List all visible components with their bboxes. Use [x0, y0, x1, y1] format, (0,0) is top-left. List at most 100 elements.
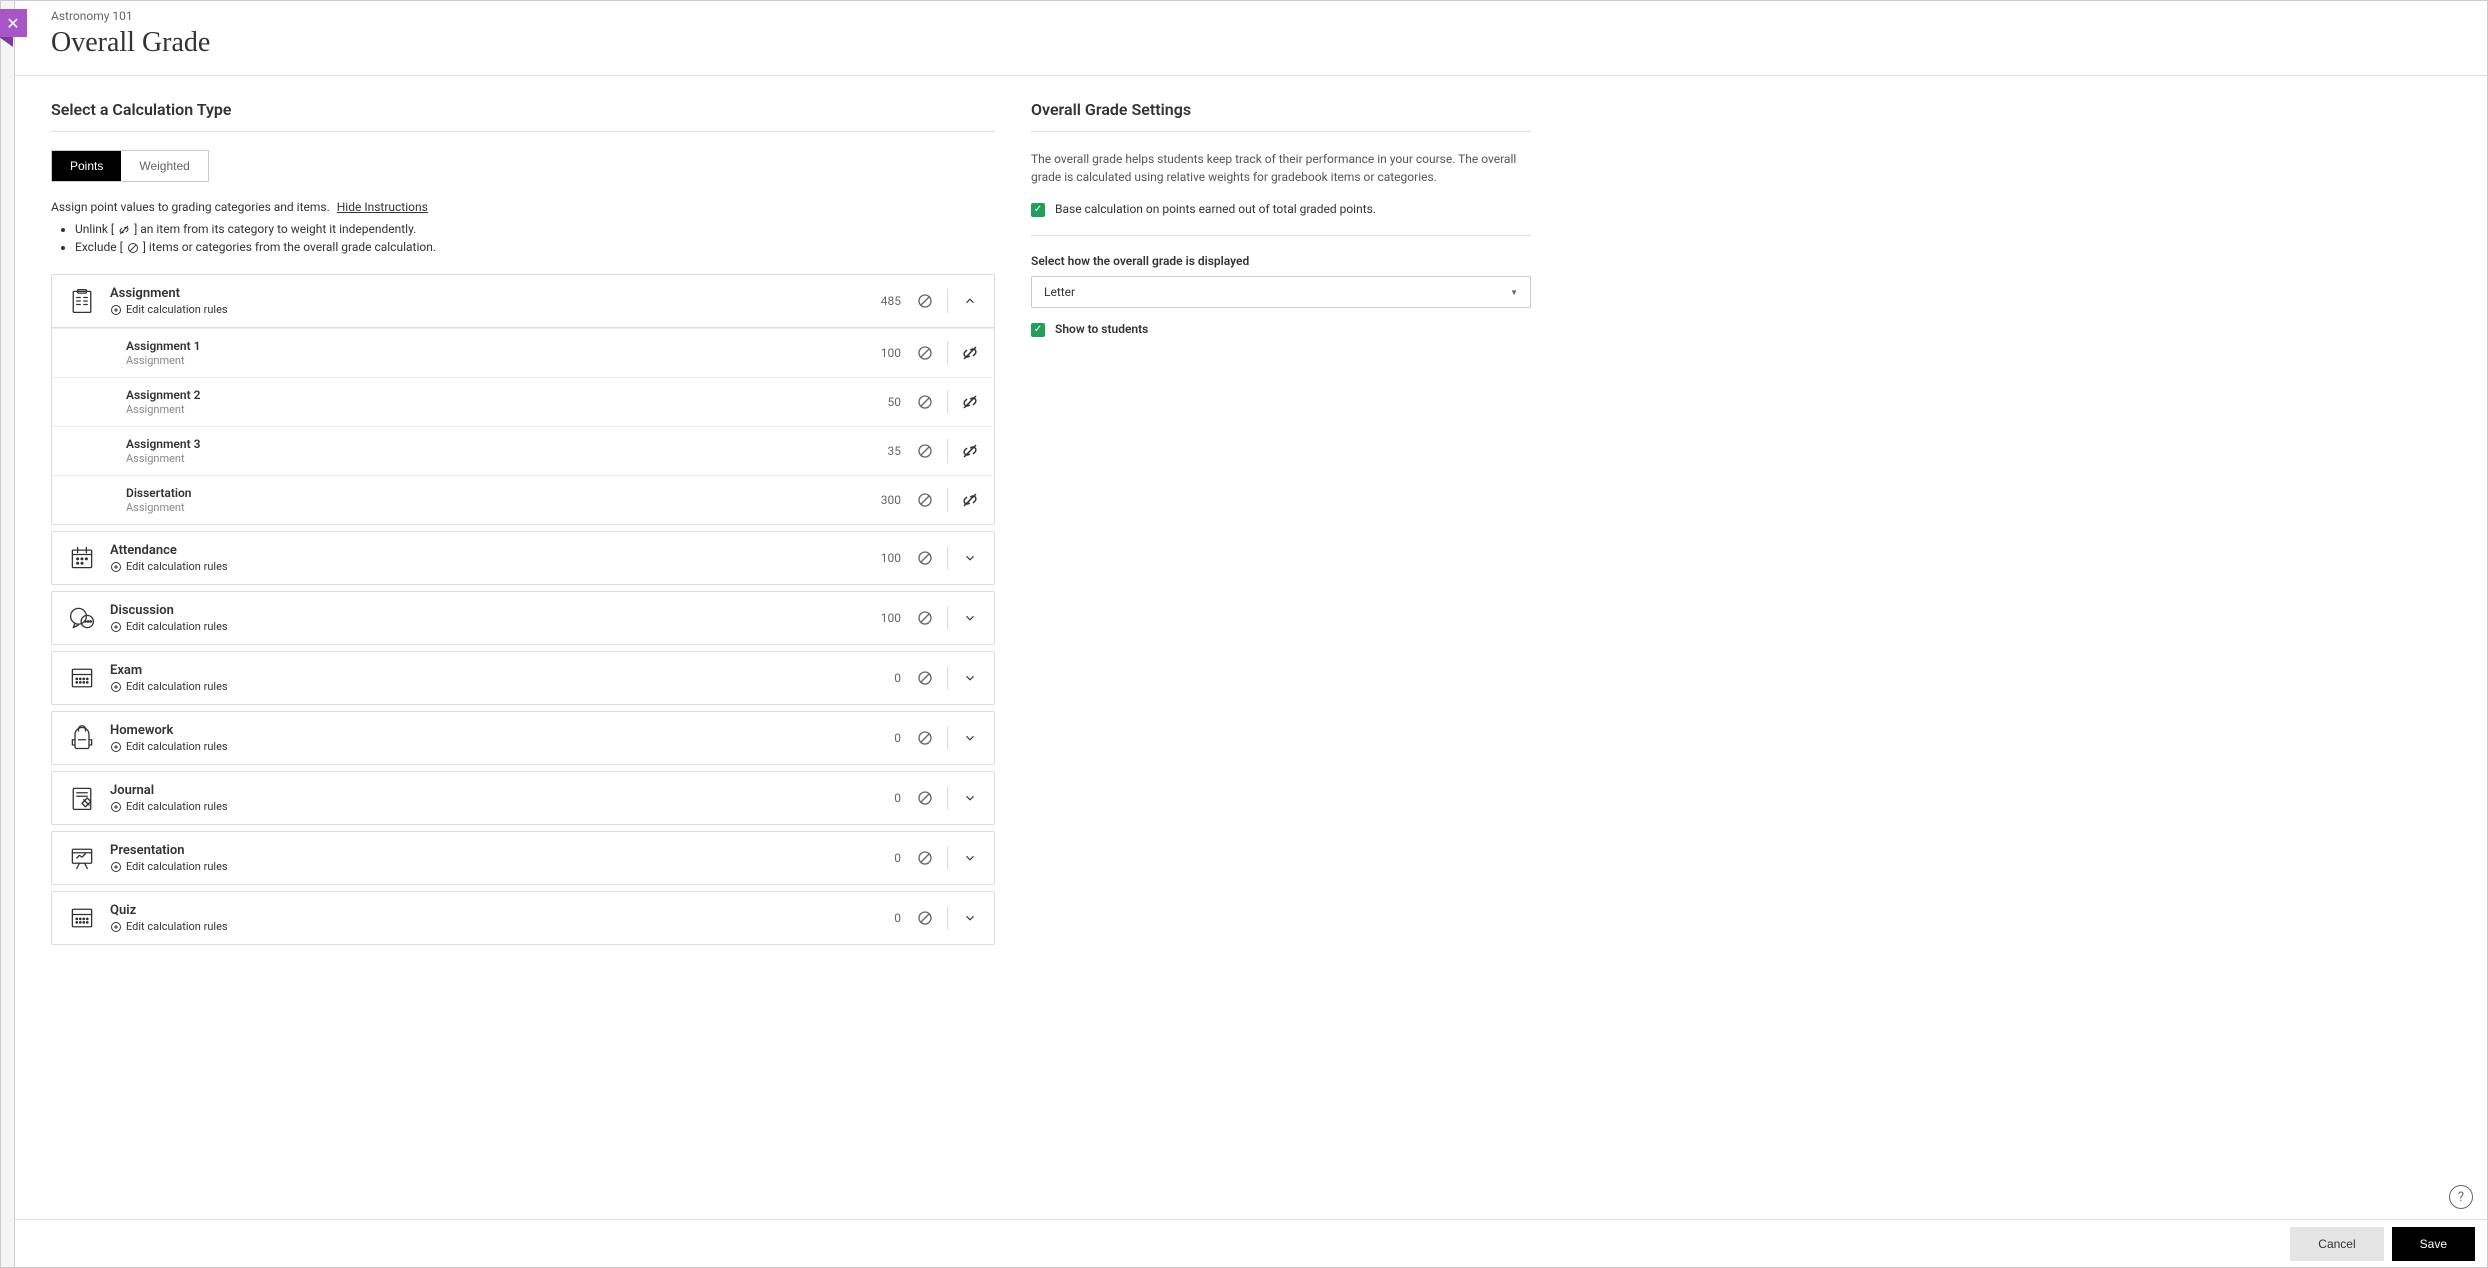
edit-calc-rules-link[interactable]: Edit calculation rules [110, 620, 871, 633]
category-points: 100 [871, 611, 901, 625]
clipboard-icon [66, 285, 98, 317]
divider [1031, 235, 1531, 236]
edit-calc-rules-link[interactable]: Edit calculation rules [110, 740, 871, 753]
item-points: 100 [871, 346, 901, 360]
instruction-bullets: Unlink [ ] an item from its category to … [51, 220, 995, 256]
edit-calc-rules-label: Edit calculation rules [126, 740, 228, 753]
save-button[interactable]: Save [2392, 1227, 2475, 1261]
divider [947, 341, 948, 365]
category-name: Assignment [110, 286, 871, 301]
close-panel-button[interactable]: ✕ [0, 9, 27, 37]
unlink-button[interactable] [960, 343, 980, 363]
plus-circle-icon [110, 861, 122, 873]
instructions-lead-text: Assign point values to grading categorie… [51, 200, 330, 214]
category-points: 0 [871, 791, 901, 805]
category-block: Assignment Edit calculation rules 485 As… [51, 274, 995, 525]
category-block: Quiz Edit calculation rules 0 [51, 891, 995, 945]
exclude-button[interactable] [915, 668, 935, 688]
category-points: 100 [871, 551, 901, 565]
journal-icon [66, 782, 98, 814]
exclude-button[interactable] [915, 788, 935, 808]
expand-toggle[interactable] [960, 908, 980, 928]
category-item-row: Assignment 2 Assignment 50 [52, 377, 994, 426]
exclude-button[interactable] [915, 490, 935, 510]
base-calc-checkbox[interactable]: ✓ [1031, 203, 1045, 217]
plus-circle-icon [110, 921, 122, 933]
expand-toggle[interactable] [960, 848, 980, 868]
category-row: Assignment Edit calculation rules 485 [52, 275, 994, 328]
expand-toggle[interactable] [960, 291, 980, 311]
category-block: Discussion Edit calculation rules 100 [51, 591, 995, 645]
check-icon: ✓ [1034, 205, 1042, 215]
plus-circle-icon [110, 681, 122, 693]
exclude-button[interactable] [915, 548, 935, 568]
category-name: Quiz [110, 903, 871, 918]
expand-toggle[interactable] [960, 668, 980, 688]
exclude-button[interactable] [915, 291, 935, 311]
calendar-icon [66, 542, 98, 574]
cancel-button[interactable]: Cancel [2290, 1227, 2383, 1261]
item-name: Assignment 3 [126, 437, 871, 451]
expand-toggle[interactable] [960, 728, 980, 748]
edit-calc-rules-link[interactable]: Edit calculation rules [110, 303, 871, 316]
unlink-button[interactable] [960, 392, 980, 412]
category-row: Attendance Edit calculation rules 100 [52, 532, 994, 584]
display-select-value: Letter [1044, 285, 1075, 299]
category-block: Exam Edit calculation rules 0 [51, 651, 995, 705]
show-students-label: Show to students [1055, 322, 1148, 336]
category-name: Attendance [110, 543, 871, 558]
plus-circle-icon [110, 561, 122, 573]
edit-calc-rules-label: Edit calculation rules [126, 620, 228, 633]
divider [947, 546, 948, 570]
exclude-button[interactable] [915, 343, 935, 363]
tab-weighted[interactable]: Weighted [121, 151, 207, 181]
edit-calc-rules-link[interactable]: Edit calculation rules [110, 800, 871, 813]
exclude-button[interactable] [915, 392, 935, 412]
footer-bar: Cancel Save [15, 1219, 2487, 1267]
help-button[interactable]: ? [2449, 1185, 2473, 1209]
item-subtitle: Assignment [126, 501, 871, 514]
category-row: Exam Edit calculation rules 0 [52, 652, 994, 704]
edit-calc-rules-label: Edit calculation rules [126, 800, 228, 813]
expand-toggle[interactable] [960, 788, 980, 808]
item-subtitle: Assignment [126, 354, 871, 367]
calc-type-tabs: Points Weighted [51, 150, 209, 182]
page-header: Astronomy 101 Overall Grade [15, 1, 2487, 76]
plus-circle-icon [110, 801, 122, 813]
expand-toggle[interactable] [960, 608, 980, 628]
unlink-button[interactable] [960, 441, 980, 461]
edit-calc-rules-label: Edit calculation rules [126, 303, 228, 316]
category-points: 0 [871, 731, 901, 745]
exclude-button[interactable] [915, 848, 935, 868]
category-item-row: Assignment 3 Assignment 35 [52, 426, 994, 475]
edit-calc-rules-link[interactable]: Edit calculation rules [110, 860, 871, 873]
edit-calc-rules-link[interactable]: Edit calculation rules [110, 680, 871, 693]
category-points: 0 [871, 851, 901, 865]
divider [947, 846, 948, 870]
edit-calc-rules-label: Edit calculation rules [126, 560, 228, 573]
edit-calc-rules-link[interactable]: Edit calculation rules [110, 920, 871, 933]
expand-toggle[interactable] [960, 548, 980, 568]
grid-icon [66, 662, 98, 694]
exclude-button[interactable] [915, 728, 935, 748]
exclude-button[interactable] [915, 908, 935, 928]
category-item-row: Assignment 1 Assignment 100 [52, 328, 994, 377]
exclude-button[interactable] [915, 608, 935, 628]
page-title: Overall Grade [51, 27, 2451, 59]
unlink-button[interactable] [960, 490, 980, 510]
item-name: Dissertation [126, 486, 871, 500]
display-select[interactable]: Letter ▼ [1031, 276, 1531, 308]
show-students-checkbox[interactable]: ✓ [1031, 323, 1045, 337]
presentation-icon [66, 842, 98, 874]
exclude-button[interactable] [915, 441, 935, 461]
item-subtitle: Assignment [126, 403, 871, 416]
edit-calc-rules-label: Edit calculation rules [126, 860, 228, 873]
tab-points[interactable]: Points [52, 151, 121, 181]
backpack-icon [66, 722, 98, 754]
category-block: Homework Edit calculation rules 0 [51, 711, 995, 765]
exclude-icon [127, 242, 139, 254]
edit-calc-rules-link[interactable]: Edit calculation rules [110, 560, 871, 573]
hide-instructions-link[interactable]: Hide Instructions [337, 200, 428, 214]
edit-calc-rules-label: Edit calculation rules [126, 920, 228, 933]
divider [947, 488, 948, 512]
